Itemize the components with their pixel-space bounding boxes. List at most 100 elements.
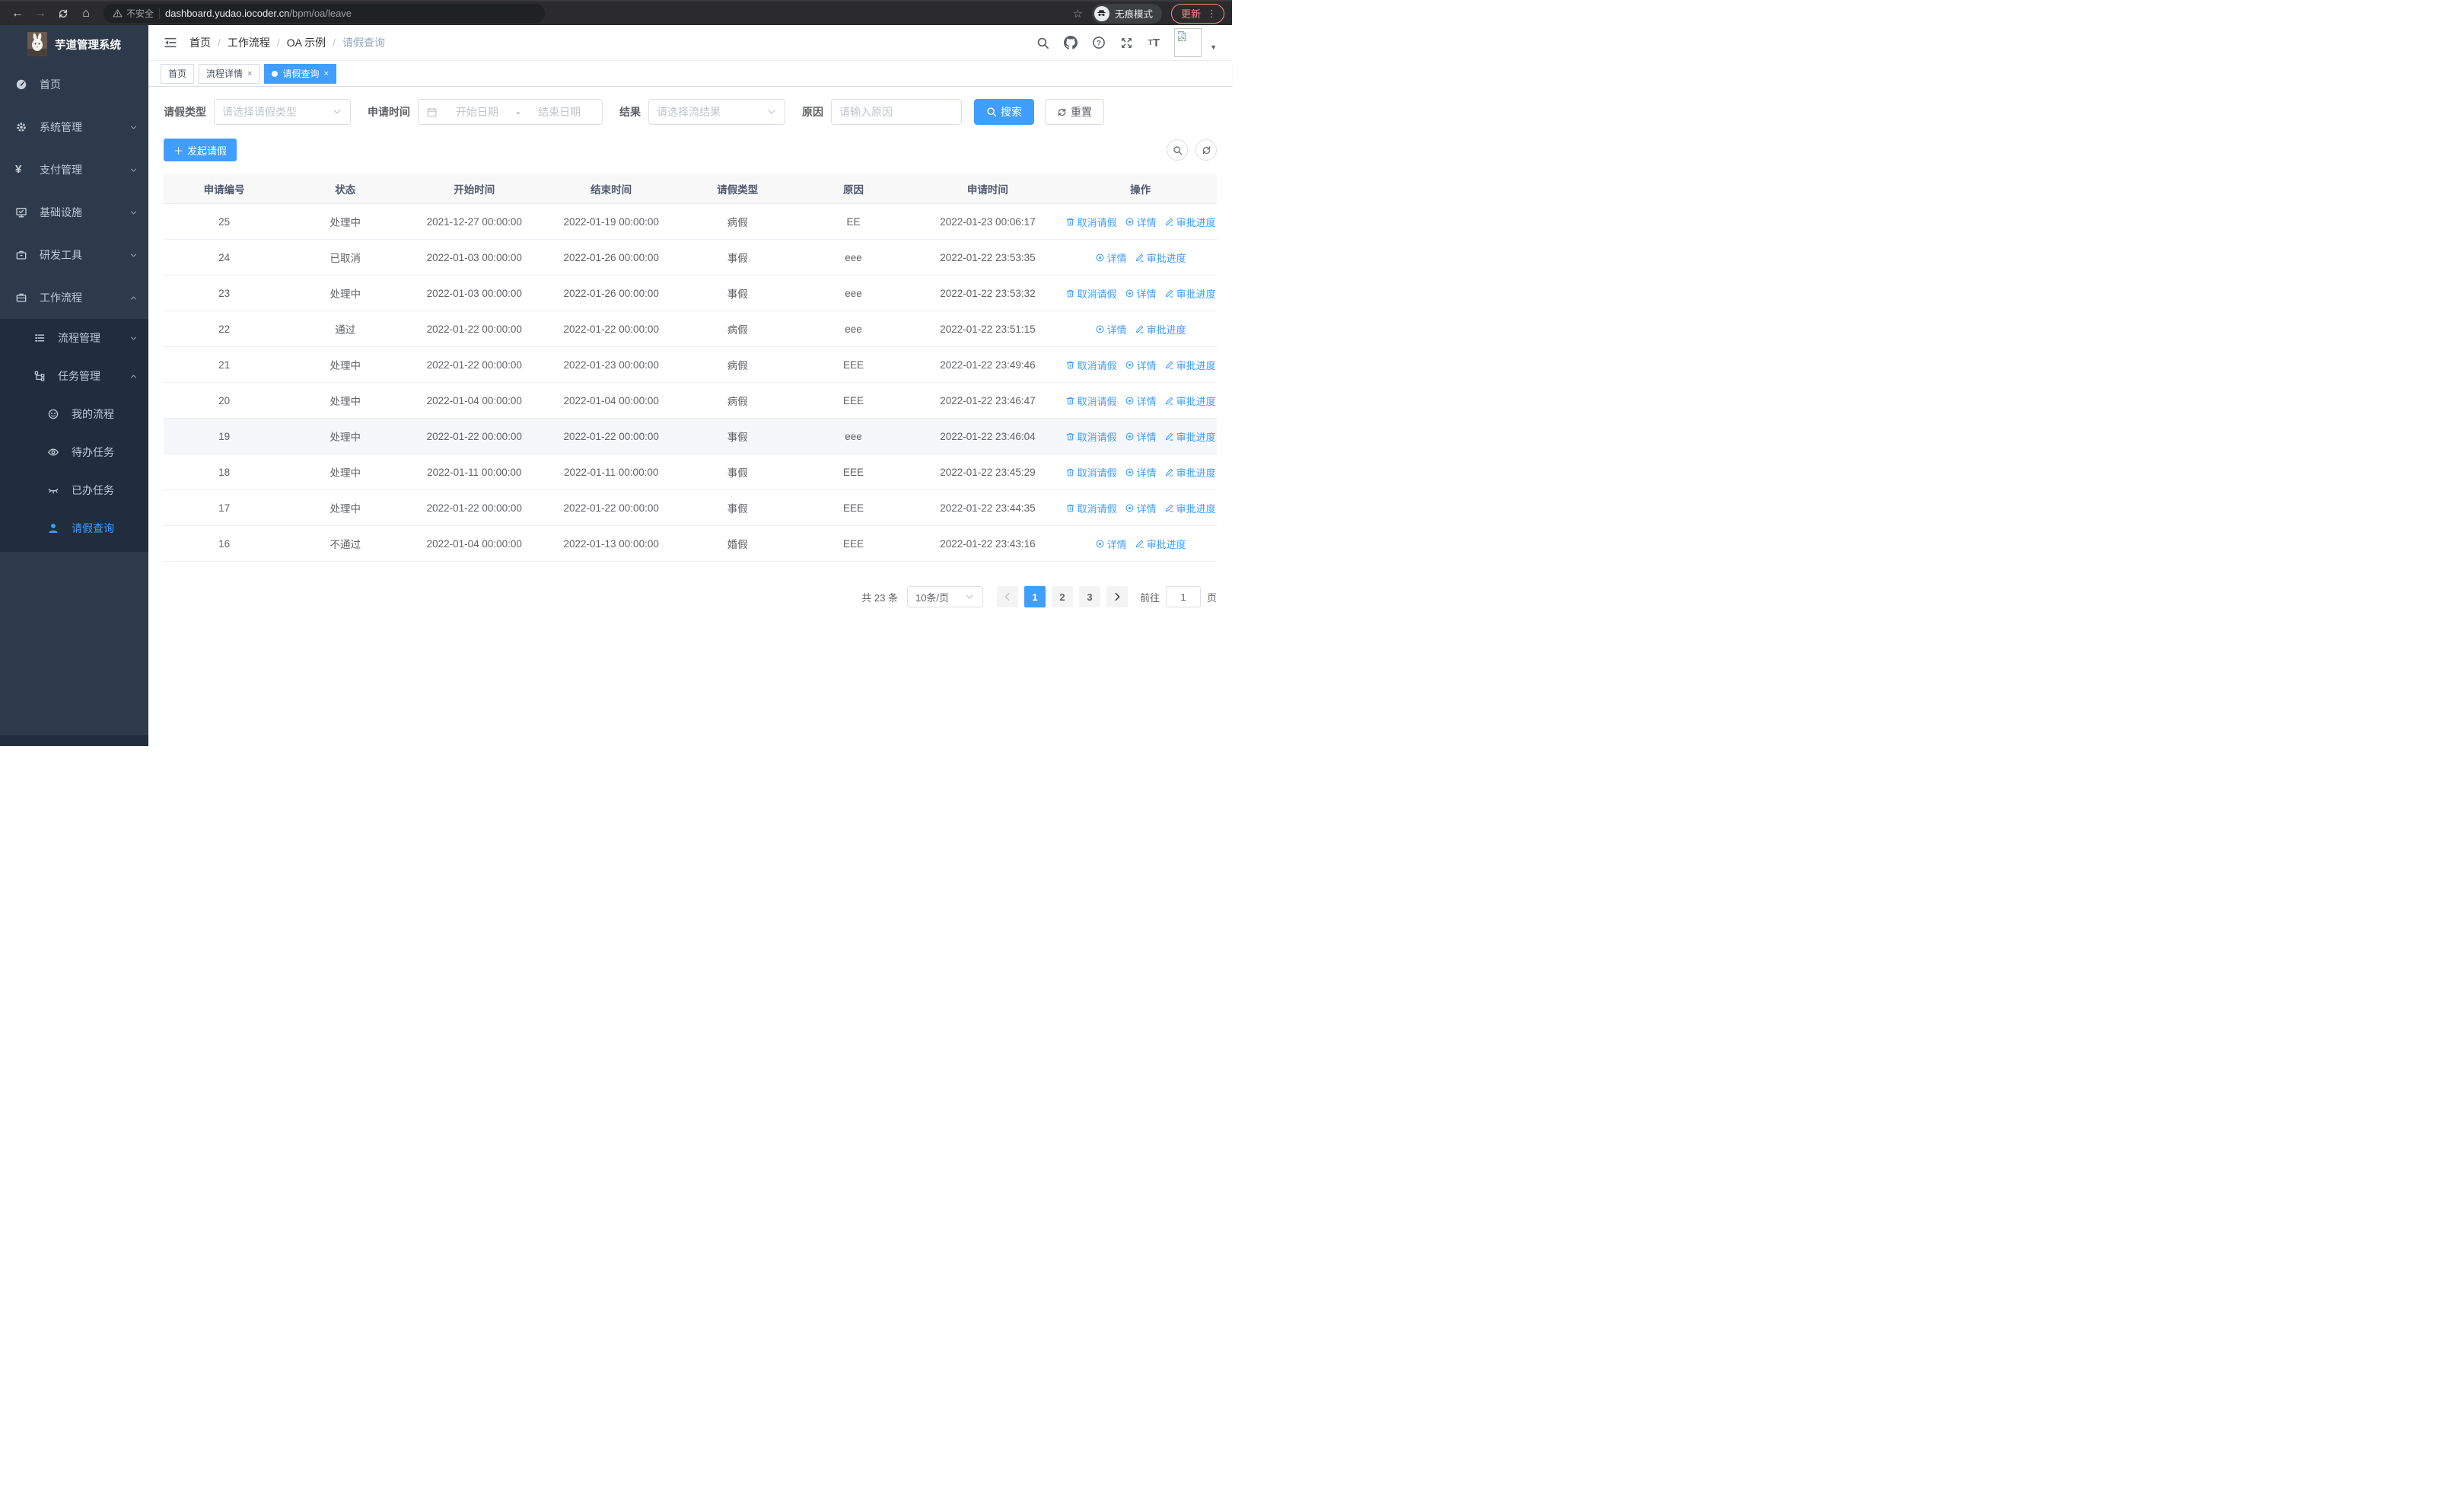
progress-action-link[interactable]: 审批进度	[1135, 250, 1186, 265]
progress-action-link[interactable]: 审批进度	[1164, 394, 1216, 408]
browser-forward-button[interactable]: →	[30, 4, 50, 24]
edit-icon	[1164, 396, 1174, 406]
browser-back-button[interactable]: ←	[8, 4, 27, 24]
cancel-action-link[interactable]: 取消请假	[1065, 215, 1117, 229]
progress-action-link[interactable]: 审批进度	[1164, 501, 1216, 515]
address-bar[interactable]: 不安全 dashboard.yudao.iocoder.cn/bpm/oa/le…	[103, 4, 545, 23]
browser-reload-button[interactable]	[53, 4, 73, 24]
create-leave-button[interactable]: ＋ 发起请假	[164, 139, 237, 161]
browser-update-button[interactable]: 更新 ⋮	[1170, 3, 1224, 24]
progress-action-link[interactable]: 审批进度	[1164, 215, 1216, 229]
action-label: 取消请假	[1077, 431, 1117, 443]
update-label: 更新	[1180, 8, 1201, 20]
sidebar-collapse-icon[interactable]	[164, 36, 177, 49]
sidebar-item-系统管理[interactable]: 系统管理	[0, 106, 148, 148]
cancel-action-link[interactable]: 取消请假	[1065, 465, 1117, 480]
show-search-button[interactable]	[1167, 139, 1188, 161]
sidebar-item-基础设施[interactable]: 基础设施	[0, 191, 148, 234]
reset-button[interactable]: 重置	[1045, 99, 1104, 125]
progress-action-link[interactable]: 审批进度	[1164, 429, 1216, 444]
cancel-action-link[interactable]: 取消请假	[1065, 429, 1117, 444]
sidebar-item-工作流程[interactable]: 工作流程	[0, 276, 148, 319]
tag-view-首页[interactable]: 首页	[161, 63, 195, 84]
page-button-1[interactable]: 1	[1023, 586, 1046, 607]
progress-action-link[interactable]: 审批进度	[1135, 537, 1186, 551]
column-header-申请时间: 申请时间	[966, 183, 1008, 196]
page-size-select[interactable]: 10条/页	[906, 586, 983, 607]
tag-view-流程详情[interactable]: 流程详情 ×	[199, 63, 260, 84]
avatar[interactable]	[1174, 28, 1202, 57]
cancel-action-link[interactable]: 取消请假	[1065, 501, 1117, 515]
search-icon[interactable]	[1036, 37, 1049, 49]
prev-page-button[interactable]	[996, 586, 1018, 607]
column-header-申请编号: 申请编号	[203, 183, 245, 196]
cell-reason: eee	[845, 251, 862, 263]
sidebar-item-任务管理[interactable]: 任务管理	[0, 357, 148, 395]
close-icon[interactable]: ×	[247, 69, 252, 78]
sidebar-item-已办任务[interactable]: 已办任务	[0, 471, 148, 509]
browser-home-button[interactable]: ⌂	[76, 4, 96, 24]
chevron-down-icon[interactable]: ▼	[1210, 34, 1217, 51]
date-range-picker[interactable]: 开始日期 - 结束日期	[418, 99, 603, 125]
browser-menu-icon[interactable]: ⋮	[1207, 8, 1217, 20]
progress-action-link[interactable]: 审批进度	[1164, 465, 1216, 480]
goto-page-input[interactable]: 1	[1165, 586, 1201, 607]
help-icon[interactable]: ?	[1092, 36, 1106, 49]
view-icon	[1095, 253, 1105, 263]
sidebar-item-研发工具[interactable]: 研发工具	[0, 234, 148, 276]
progress-action-link[interactable]: 审批进度	[1164, 358, 1216, 372]
detail-action-link[interactable]: 详情	[1095, 537, 1127, 551]
leave-type-select[interactable]: 请选择请假类型	[214, 99, 351, 125]
cell-status: 不通过	[329, 539, 361, 550]
breadcrumb-item[interactable]: 工作流程	[228, 35, 270, 50]
breadcrumb-item[interactable]: OA 示例	[287, 35, 326, 50]
page-button-3[interactable]: 3	[1078, 586, 1100, 607]
action-label: 取消请假	[1077, 216, 1117, 228]
cell-status: 处理中	[329, 217, 361, 228]
detail-action-link[interactable]: 详情	[1125, 429, 1157, 444]
detail-action-link[interactable]: 详情	[1125, 215, 1157, 229]
fullscreen-icon[interactable]	[1120, 37, 1133, 49]
page-button-2[interactable]: 2	[1051, 586, 1073, 607]
detail-action-link[interactable]: 详情	[1095, 322, 1127, 336]
progress-action-link[interactable]: 审批进度	[1135, 322, 1186, 336]
cancel-action-link[interactable]: 取消请假	[1065, 394, 1117, 408]
tag-view-请假查询[interactable]: 请假查询 ×	[264, 63, 336, 84]
cell-start: 2022-01-11 00:00:00	[427, 466, 522, 478]
bookmark-star-icon[interactable]: ☆	[1073, 7, 1083, 21]
progress-action-link[interactable]: 审批进度	[1164, 286, 1216, 301]
detail-action-link[interactable]: 详情	[1095, 250, 1127, 265]
detail-action-link[interactable]: 详情	[1125, 358, 1157, 372]
refresh-table-button[interactable]	[1195, 139, 1217, 161]
yen-icon: ¥	[15, 163, 22, 176]
sidebar-item-支付管理[interactable]: ¥ 支付管理	[0, 148, 148, 191]
detail-action-link[interactable]: 详情	[1125, 501, 1157, 515]
apply-time-label: 申请时间	[368, 106, 410, 118]
pagination: 共 23 条 10条/页 123 前往 1 页	[164, 586, 1217, 607]
leave-type-label: 请假类型	[164, 106, 206, 118]
action-label: 详情	[1136, 502, 1157, 515]
reason-input[interactable]: 请输入原因	[831, 99, 962, 125]
search-button[interactable]: 搜索	[974, 99, 1034, 125]
cancel-action-link[interactable]: 取消请假	[1065, 286, 1117, 301]
breadcrumb-item[interactable]: 首页	[189, 35, 211, 50]
sidebar-item-请假查询[interactable]: 请假查询	[0, 509, 148, 547]
cancel-action-link[interactable]: 取消请假	[1065, 358, 1117, 372]
close-icon[interactable]: ×	[323, 69, 328, 78]
detail-action-link[interactable]: 详情	[1125, 286, 1157, 301]
github-icon[interactable]	[1064, 36, 1078, 49]
sidebar-item-我的流程[interactable]: 我的流程	[0, 395, 148, 433]
sidebar-item-首页[interactable]: 首页	[0, 63, 148, 106]
detail-action-link[interactable]: 详情	[1125, 465, 1157, 480]
detail-action-link[interactable]: 详情	[1125, 394, 1157, 408]
sidebar-item-待办任务[interactable]: 待办任务	[0, 433, 148, 471]
next-page-button[interactable]	[1106, 586, 1128, 607]
view-icon	[1125, 503, 1135, 513]
app-logo[interactable]: 芋道管理系统	[0, 25, 148, 63]
sidebar-item-流程管理[interactable]: 流程管理	[0, 319, 148, 357]
result-select[interactable]: 请选择流结果	[648, 99, 785, 125]
font-size-icon[interactable]: TT	[1148, 37, 1160, 49]
total-count-label: 共 23 条	[861, 591, 898, 604]
trash-icon	[1065, 217, 1075, 227]
cell-type: 事假	[727, 467, 748, 479]
